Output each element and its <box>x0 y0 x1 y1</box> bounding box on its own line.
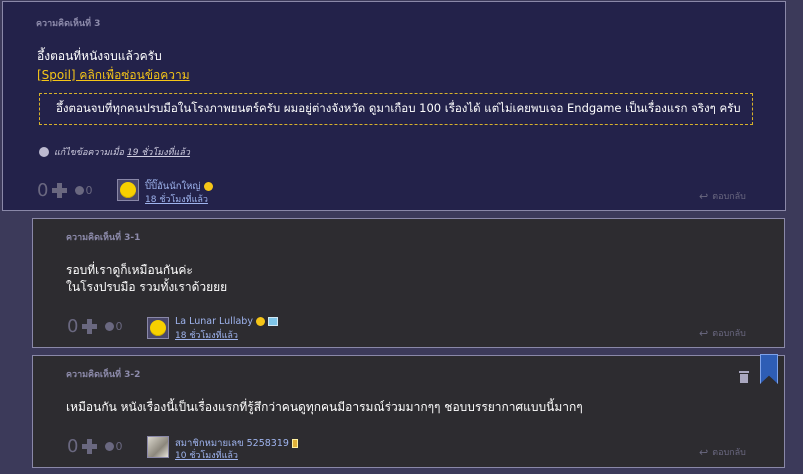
emotion-icon <box>105 442 115 451</box>
reply-label: ตอบกลับ <box>712 448 746 458</box>
edited-label: แก้ไขข้อความเมื่อ <box>54 148 124 158</box>
comment-3-1: ความคิดเห็นที่ 3-1 รอบที่เราดูก็เหมือนกั… <box>32 218 785 348</box>
avatar[interactable] <box>147 436 169 458</box>
reply-button[interactable]: ↩ ตอบกลับ <box>699 445 746 459</box>
emotion-count: 0 <box>115 440 123 453</box>
comment-number: ความคิดเห็นที่ 3 <box>36 19 101 29</box>
smiley-badge-icon <box>255 317 265 326</box>
emotion-icon <box>75 186 85 195</box>
comment-text: อึ้งตอนที่หนังจบแล้วครับ <box>37 49 162 63</box>
avatar[interactable] <box>147 317 169 339</box>
smiley-badge-icon <box>203 182 213 191</box>
vote-bar: 0 0 <box>67 436 122 457</box>
reply-arrow-icon: ↩ <box>699 445 709 459</box>
reply-button[interactable]: ↩ ตอบกลับ <box>699 326 746 340</box>
avatar[interactable] <box>117 179 139 201</box>
post-time-link[interactable]: 10 ชั่วโมงที่แล้ว <box>175 448 238 462</box>
vote-count: 0 <box>37 180 49 201</box>
emotion-count: 0 <box>115 320 123 333</box>
username: La Lunar Lullaby <box>175 316 253 327</box>
card-badge-icon <box>267 317 278 326</box>
emotion-button[interactable]: 0 <box>105 320 122 333</box>
comment-text-line-2: ในโรงปรบมือ รวมทั้งเราด้วยยย <box>66 280 228 294</box>
emotion-button[interactable]: 0 <box>75 184 92 197</box>
vote-count: 0 <box>67 436 79 457</box>
vote-bar: 0 0 <box>37 180 92 201</box>
bookmark-icon[interactable] <box>760 354 778 384</box>
gold-badge-icon <box>291 439 298 448</box>
comment-text-line-1: รอบที่เราดูก็เหมือนกันค่ะ <box>66 263 193 277</box>
comment-text: เหมือนกัน หนังเรื่องนี้เป็นเรื่องแรกที่ร… <box>66 400 583 414</box>
emotion-count: 0 <box>85 184 93 197</box>
globe-icon <box>39 147 49 157</box>
edited-note: แก้ไขข้อความเมื่อ 19 ชั่วโมงที่แล้ว <box>39 145 190 159</box>
post-time-link[interactable]: 18 ชั่วโมงที่แล้ว <box>145 192 208 206</box>
comment-3-2: ความคิดเห็นที่ 3-2 เหมือนกัน หนังเรื่องน… <box>32 354 785 468</box>
trash-icon[interactable] <box>739 371 749 383</box>
spoiler-toggle-link[interactable]: [Spoil] คลิกเพื่อซ่อนข้อความ <box>37 66 190 85</box>
emotion-icon <box>105 322 115 331</box>
plus-icon[interactable] <box>82 319 98 334</box>
plus-icon[interactable] <box>82 439 98 454</box>
comment-number: ความคิดเห็นที่ 3-1 <box>66 233 141 243</box>
username-link[interactable]: La Lunar Lullaby <box>175 316 278 327</box>
comment-3: ความคิดเห็นที่ 3 อึ้งตอนที่หนังจบแล้วครั… <box>2 1 786 211</box>
reply-arrow-icon: ↩ <box>699 189 709 203</box>
spoiler-text: อึ้งตอนจบที่ทุกคนปรบมือในโรงภาพยนตร์ครับ… <box>56 101 741 115</box>
emotion-button[interactable]: 0 <box>105 440 122 453</box>
plus-icon[interactable] <box>52 183 68 198</box>
reply-label: ตอบกลับ <box>712 329 746 339</box>
post-time-link[interactable]: 18 ชั่วโมงที่แล้ว <box>175 328 238 342</box>
vote-count: 0 <box>67 316 79 337</box>
edited-time-link[interactable]: 19 ชั่วโมงที่แล้ว <box>127 145 190 159</box>
comment-number: ความคิดเห็นที่ 3-2 <box>66 370 141 380</box>
vote-bar: 0 0 <box>67 316 122 337</box>
reply-arrow-icon: ↩ <box>699 326 709 340</box>
reply-label: ตอบกลับ <box>712 192 746 202</box>
spoiler-box: อึ้งตอนจบที่ทุกคนปรบมือในโรงภาพยนตร์ครับ… <box>39 93 753 125</box>
reply-button[interactable]: ↩ ตอบกลับ <box>699 189 746 203</box>
